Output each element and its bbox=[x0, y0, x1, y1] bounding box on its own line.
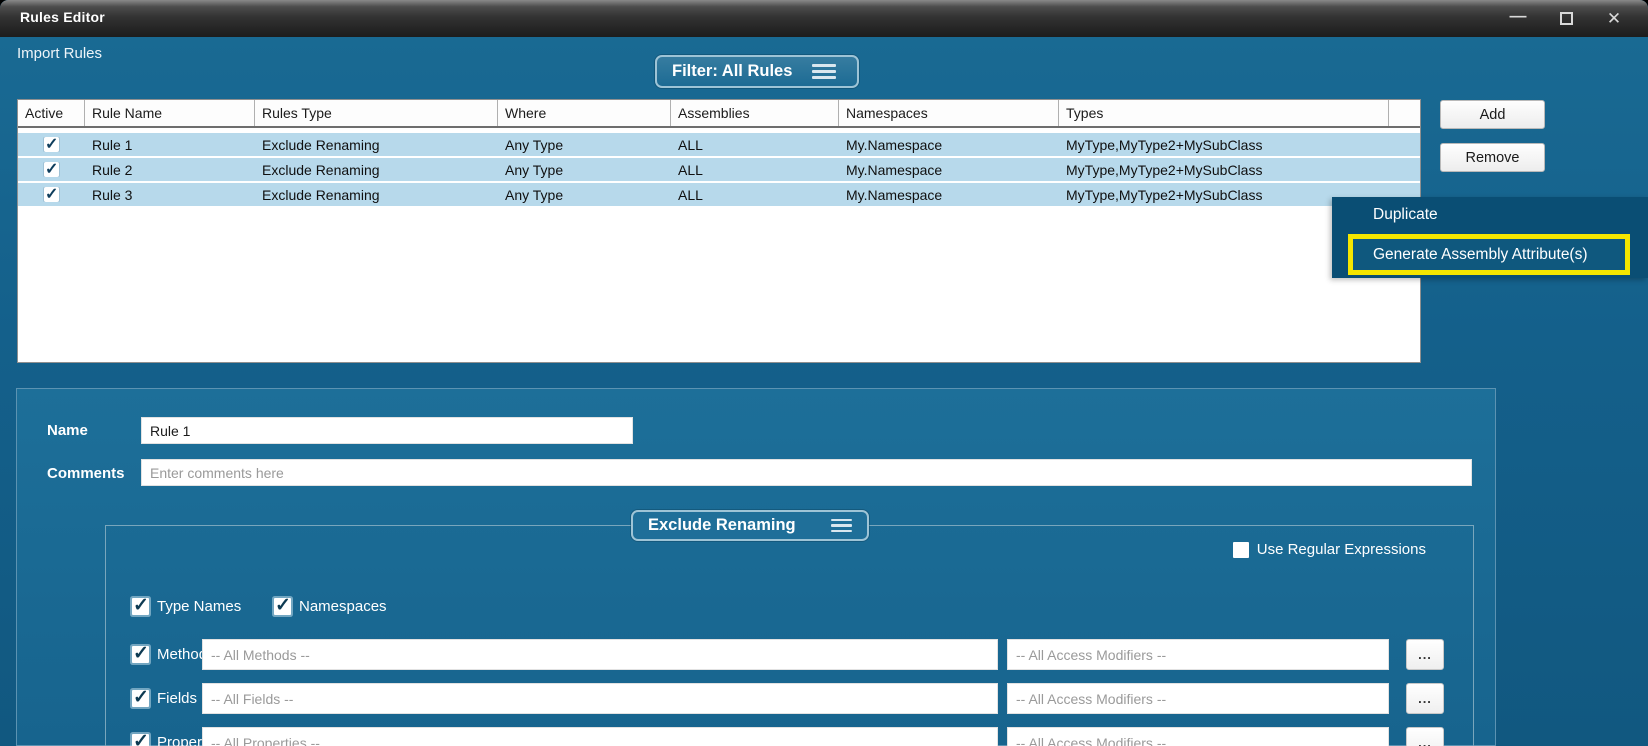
table-row[interactable]: Rule 3 Exclude Renaming Any Type ALL My.… bbox=[18, 183, 1420, 206]
fields-label: Fields bbox=[157, 690, 197, 707]
maximize-icon bbox=[1560, 12, 1573, 25]
fields-checkbox[interactable] bbox=[132, 690, 149, 707]
cell-assemblies: ALL bbox=[671, 162, 839, 178]
cell-rule-name: Rule 1 bbox=[85, 137, 255, 153]
remove-button[interactable]: Remove bbox=[1440, 143, 1545, 172]
comments-input[interactable] bbox=[141, 459, 1472, 486]
minimize-icon: — bbox=[1510, 6, 1527, 26]
cell-assemblies: ALL bbox=[671, 187, 839, 203]
rule-details-panel: Name Comments Exclude Renaming Use Regul… bbox=[16, 388, 1496, 746]
cell-types: MyType,MyType2+MySubClass bbox=[1059, 162, 1389, 178]
type-names-row: Type Names bbox=[132, 598, 241, 615]
methods-filter-input[interactable] bbox=[202, 639, 998, 670]
cell-rule-name: Rule 2 bbox=[85, 162, 255, 178]
column-header-where[interactable]: Where bbox=[498, 100, 671, 126]
active-checkbox[interactable] bbox=[44, 187, 59, 202]
close-icon: ✕ bbox=[1607, 9, 1621, 29]
cell-where: Any Type bbox=[498, 162, 671, 178]
column-header-assemblies[interactable]: Assemblies bbox=[671, 100, 839, 126]
window-controls: — ✕ bbox=[1498, 0, 1634, 37]
menu-item-generate-assembly-attributes[interactable]: Generate Assembly Attribute(s) bbox=[1348, 234, 1630, 275]
rules-editor-window: Rules Editor — ✕ Import Rules Filter: Al… bbox=[0, 0, 1648, 746]
rules-table: Active Rule Name Rules Type Where Assemb… bbox=[17, 99, 1421, 363]
column-header-types[interactable]: Types bbox=[1059, 100, 1389, 126]
column-header-rules-type[interactable]: Rules Type bbox=[255, 100, 498, 126]
type-names-checkbox[interactable] bbox=[132, 598, 149, 615]
use-regular-expressions-checkbox[interactable] bbox=[1233, 542, 1249, 558]
column-header-rule-name[interactable]: Rule Name bbox=[85, 100, 255, 126]
namespaces-checkbox[interactable] bbox=[274, 598, 291, 615]
cell-rule-name: Rule 3 bbox=[85, 187, 255, 203]
fields-more-button[interactable]: ... bbox=[1406, 683, 1444, 714]
minimize-button[interactable]: — bbox=[1498, 5, 1538, 33]
add-button[interactable]: Add bbox=[1440, 100, 1545, 129]
rule-type-button-label: Exclude Renaming bbox=[648, 516, 796, 535]
window-title: Rules Editor bbox=[20, 9, 105, 25]
cell-rules-type: Exclude Renaming bbox=[255, 187, 498, 203]
properties-filter-input[interactable] bbox=[202, 727, 998, 746]
name-input[interactable] bbox=[141, 417, 633, 444]
rule-type-dropdown-button[interactable]: Exclude Renaming bbox=[631, 510, 869, 541]
cell-namespaces: My.Namespace bbox=[839, 137, 1059, 153]
cell-namespaces: My.Namespace bbox=[839, 187, 1059, 203]
cell-where: Any Type bbox=[498, 187, 671, 203]
table-row[interactable]: Rule 2 Exclude Renaming Any Type ALL My.… bbox=[18, 158, 1420, 181]
cell-rules-type: Exclude Renaming bbox=[255, 162, 498, 178]
column-header-namespaces[interactable]: Namespaces bbox=[839, 100, 1059, 126]
namespaces-label: Namespaces bbox=[299, 598, 387, 615]
use-regex-row: Use Regular Expressions bbox=[1233, 541, 1426, 558]
fields-access-modifiers-input[interactable] bbox=[1007, 683, 1389, 714]
fields-filter-input[interactable] bbox=[202, 683, 998, 714]
maximize-button[interactable] bbox=[1546, 5, 1586, 33]
table-row[interactable]: Rule 1 Exclude Renaming Any Type ALL My.… bbox=[18, 133, 1420, 156]
menu-item-duplicate[interactable]: Duplicate bbox=[1332, 197, 1648, 232]
table-header-row: Active Rule Name Rules Type Where Assemb… bbox=[18, 100, 1420, 128]
methods-checkbox[interactable] bbox=[132, 646, 149, 663]
cell-rules-type: Exclude Renaming bbox=[255, 137, 498, 153]
table-body: Rule 1 Exclude Renaming Any Type ALL My.… bbox=[18, 128, 1420, 206]
cell-types: MyType,MyType2+MySubClass bbox=[1059, 137, 1389, 153]
hamburger-icon bbox=[812, 64, 836, 79]
import-rules-label[interactable]: Import Rules bbox=[17, 45, 102, 62]
filter-button-label: Filter: All Rules bbox=[672, 62, 792, 81]
column-header-active[interactable]: Active bbox=[18, 100, 85, 126]
column-header-filler bbox=[1389, 100, 1420, 126]
methods-access-modifiers-input[interactable] bbox=[1007, 639, 1389, 670]
cell-namespaces: My.Namespace bbox=[839, 162, 1059, 178]
active-checkbox[interactable] bbox=[44, 137, 59, 152]
context-menu: Duplicate Generate Assembly Attribute(s) bbox=[1332, 197, 1648, 278]
exclude-renaming-fieldset: Use Regular Expressions Type Names Names… bbox=[105, 525, 1474, 746]
titlebar: Rules Editor — ✕ bbox=[0, 0, 1648, 37]
comments-label: Comments bbox=[47, 465, 125, 482]
active-checkbox[interactable] bbox=[44, 162, 59, 177]
hamburger-icon bbox=[831, 519, 852, 533]
properties-more-button[interactable]: ... bbox=[1406, 727, 1444, 746]
cell-where: Any Type bbox=[498, 137, 671, 153]
close-button[interactable]: ✕ bbox=[1594, 5, 1634, 33]
cell-assemblies: ALL bbox=[671, 137, 839, 153]
name-label: Name bbox=[47, 422, 88, 439]
type-names-label: Type Names bbox=[157, 598, 241, 615]
properties-access-modifiers-input[interactable] bbox=[1007, 727, 1389, 746]
use-regular-expressions-label: Use Regular Expressions bbox=[1257, 541, 1426, 558]
properties-checkbox[interactable] bbox=[132, 734, 149, 746]
namespaces-row: Namespaces bbox=[274, 598, 387, 615]
methods-more-button[interactable]: ... bbox=[1406, 639, 1444, 670]
filter-dropdown-button[interactable]: Filter: All Rules bbox=[655, 55, 859, 88]
